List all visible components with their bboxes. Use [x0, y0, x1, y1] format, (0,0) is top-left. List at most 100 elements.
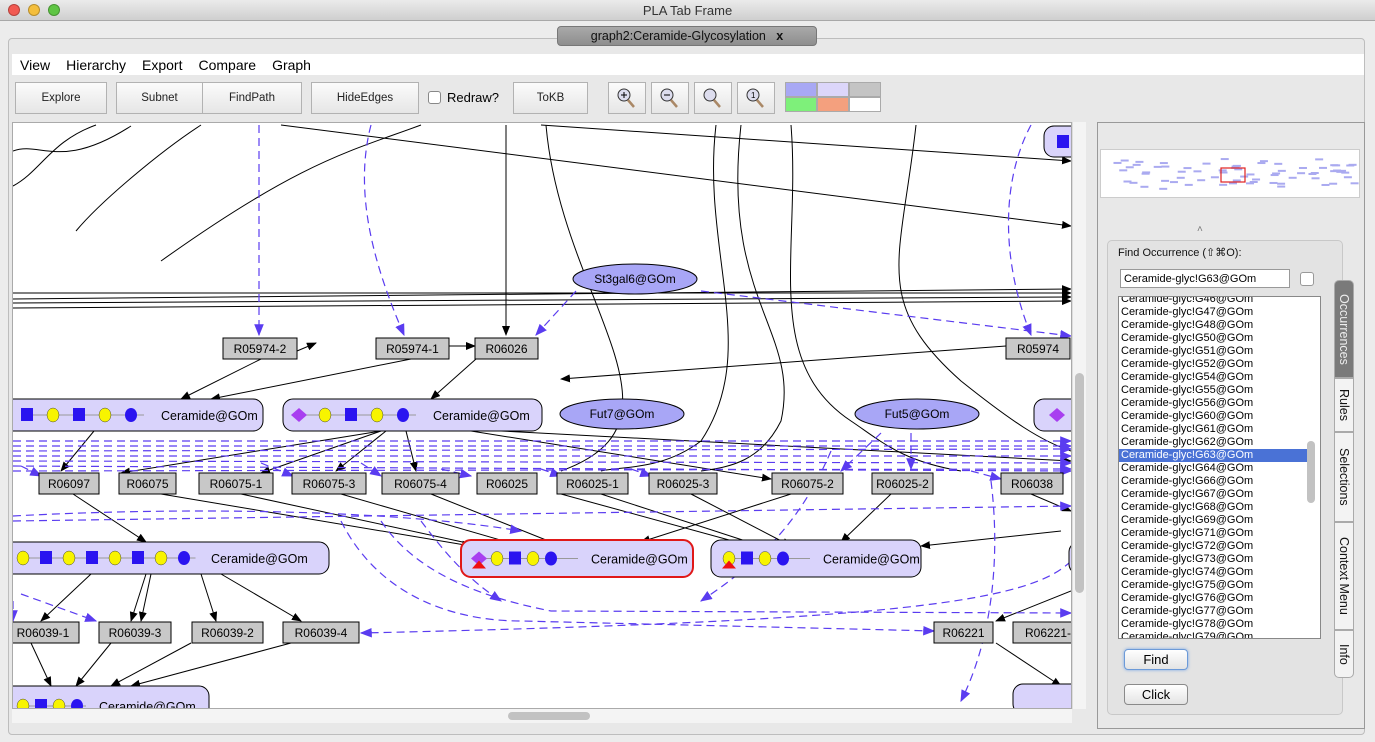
- reaction-node[interactable]: R05974-1: [376, 338, 449, 359]
- reaction-node[interactable]: R06221-: [1013, 622, 1072, 643]
- occurrence-list-item[interactable]: Ceramide-glyc!G61@GOm: [1119, 423, 1307, 436]
- splitter-handle-icon[interactable]: ˄: [1197, 224, 1203, 235]
- enzyme-node[interactable]: Fut7@GOm: [560, 399, 684, 429]
- click-button[interactable]: Click: [1124, 684, 1188, 705]
- tab-selections[interactable]: Selections: [1334, 432, 1354, 522]
- occurrence-list-item[interactable]: Ceramide-glyc!G72@GOm: [1119, 540, 1307, 553]
- reaction-node[interactable]: R06039-3: [99, 622, 171, 643]
- reaction-node[interactable]: R06038: [1001, 473, 1063, 494]
- zoom-in-icon[interactable]: [608, 82, 646, 114]
- occurrence-list-item[interactable]: Ceramide-glyc!G78@GOm: [1119, 618, 1307, 631]
- selected-glycan-node[interactable]: Ceramide@GOm: [461, 540, 693, 577]
- reaction-node[interactable]: R05974-2: [223, 338, 297, 359]
- graph-svg[interactable]: St3gal6@GOm Fut7@GOm Fut5@GOm R05974-2 R0597…: [13, 123, 1072, 709]
- occurrence-list-item[interactable]: Ceramide-glyc!G76@GOm: [1119, 592, 1307, 605]
- menu-graph[interactable]: Graph: [264, 54, 319, 73]
- tab-rules[interactable]: Rules: [1334, 378, 1354, 432]
- find-button[interactable]: Find: [1124, 649, 1188, 670]
- occurrence-list-item[interactable]: Ceramide-glyc!G55@GOm: [1119, 384, 1307, 397]
- redraw-checkbox[interactable]: [428, 91, 441, 104]
- enzyme-node[interactable]: Fut5@GOm: [855, 399, 979, 429]
- glycan-node[interactable]: [1013, 684, 1072, 709]
- glycan-node[interactable]: [1044, 126, 1072, 157]
- tab-info[interactable]: Info: [1334, 630, 1354, 678]
- occurrence-list-item[interactable]: Ceramide-glyc!G73@GOm: [1119, 553, 1307, 566]
- tab-occurrences[interactable]: Occurrences: [1334, 280, 1354, 378]
- glycan-node[interactable]: Ceramide@GOm: [13, 686, 209, 709]
- color-swatch-green[interactable]: [785, 97, 817, 112]
- glycan-node[interactable]: Ceramide@GOm: [283, 399, 542, 431]
- occurrence-list-item[interactable]: Ceramide-glyc!G75@GOm: [1119, 579, 1307, 592]
- color-swatch-gray[interactable]: [849, 82, 881, 97]
- enzyme-node[interactable]: St3gal6@GOm: [573, 264, 697, 294]
- glycan-node[interactable]: [1034, 399, 1072, 431]
- glycan-node[interactable]: Ceramide@GOm: [711, 540, 921, 577]
- reaction-node[interactable]: R06025-1: [557, 473, 628, 494]
- zoom-out-icon[interactable]: [651, 82, 689, 114]
- explore-button[interactable]: Explore: [15, 82, 107, 114]
- occurrence-list-item[interactable]: Ceramide-glyc!G79@GOm: [1119, 631, 1307, 639]
- glycan-node[interactable]: Ceramide@GOm: [13, 399, 263, 431]
- minimize-window-icon[interactable]: [28, 4, 40, 16]
- find-occurrence-input[interactable]: [1120, 269, 1290, 288]
- reaction-node[interactable]: R06075-1: [199, 473, 273, 494]
- reaction-node[interactable]: R06075: [119, 473, 176, 494]
- menu-hierarchy[interactable]: Hierarchy: [58, 54, 134, 73]
- hideedges-button[interactable]: HideEdges: [311, 82, 419, 114]
- reaction-node[interactable]: R06039-1: [13, 622, 79, 643]
- color-swatch-orange[interactable]: [817, 97, 849, 112]
- reaction-node[interactable]: R06025-2: [872, 473, 933, 494]
- reaction-node[interactable]: R06075-3: [292, 473, 366, 494]
- occurrence-list-item[interactable]: Ceramide-glyc!G52@GOm: [1119, 358, 1307, 371]
- occurrence-list-item[interactable]: Ceramide-glyc!G62@GOm: [1119, 436, 1307, 449]
- occurrence-list-item[interactable]: Ceramide-glyc!G46@GOm: [1119, 296, 1307, 306]
- color-swatch-blue[interactable]: [785, 82, 817, 97]
- occurrence-list-item[interactable]: Ceramide-glyc!G48@GOm: [1119, 319, 1307, 332]
- color-swatch-lavender[interactable]: [817, 82, 849, 97]
- find-checkbox[interactable]: [1300, 272, 1314, 286]
- findpath-button[interactable]: FindPath: [202, 82, 302, 114]
- reaction-node[interactable]: R06097: [39, 473, 99, 494]
- occurrence-list-item[interactable]: Ceramide-glyc!G68@GOm: [1119, 501, 1307, 514]
- occurrence-list-item[interactable]: Ceramide-glyc!G69@GOm: [1119, 514, 1307, 527]
- menu-compare[interactable]: Compare: [190, 54, 264, 73]
- reaction-node[interactable]: R06025: [477, 473, 537, 494]
- tab-context-menu[interactable]: Context Menu: [1334, 522, 1354, 630]
- reaction-node[interactable]: R06025-3: [649, 473, 717, 494]
- occurrence-list-item[interactable]: Ceramide-glyc!G66@GOm: [1119, 475, 1307, 488]
- graph-horizontal-scrollbar[interactable]: [12, 709, 1072, 723]
- occurrence-list-item[interactable]: Ceramide-glyc!G47@GOm: [1119, 306, 1307, 319]
- occurrence-list-item[interactable]: Ceramide-glyc!G74@GOm: [1119, 566, 1307, 579]
- occurrence-list[interactable]: Ceramide-glyc!G46@GOm Ceramide-glyc!G47@G…: [1118, 296, 1321, 639]
- color-swatch-white[interactable]: [849, 97, 881, 112]
- occurrence-list-item[interactable]: Ceramide-glyc!G60@GOm: [1119, 410, 1307, 423]
- reaction-node[interactable]: R06039-2: [192, 622, 263, 643]
- graph-canvas[interactable]: St3gal6@GOm Fut7@GOm Fut5@GOm R05974-2 R0597…: [12, 122, 1072, 709]
- graph-vertical-scrollbar[interactable]: [1072, 122, 1086, 709]
- reaction-node[interactable]: R05974: [1006, 338, 1070, 359]
- list-scroll-thumb[interactable]: [1307, 441, 1315, 503]
- occurrence-list-item[interactable]: Ceramide-glyc!G67@GOm: [1119, 488, 1307, 501]
- occurrence-list-item[interactable]: Ceramide-glyc!G63@GOm: [1119, 449, 1307, 462]
- vertical-scroll-thumb[interactable]: [1075, 373, 1084, 593]
- close-window-icon[interactable]: [8, 4, 20, 16]
- tab-close-icon[interactable]: x: [776, 29, 783, 43]
- occurrence-list-item[interactable]: Ceramide-glyc!G77@GOm: [1119, 605, 1307, 618]
- zoom-window-icon[interactable]: [48, 4, 60, 16]
- menu-export[interactable]: Export: [134, 54, 190, 73]
- tokb-button[interactable]: ToKB: [513, 82, 588, 114]
- occurrence-list-item[interactable]: Ceramide-glyc!G56@GOm: [1119, 397, 1307, 410]
- occurrence-list-item[interactable]: Ceramide-glyc!G64@GOm: [1119, 462, 1307, 475]
- zoom-actual-icon[interactable]: 1: [737, 82, 775, 114]
- zoom-fit-icon[interactable]: [694, 82, 732, 114]
- glycan-node[interactable]: Ceramide@GOm: [13, 542, 329, 574]
- occurrence-list-item[interactable]: Ceramide-glyc!G71@GOm: [1119, 527, 1307, 540]
- reaction-node[interactable]: R06026: [475, 338, 538, 359]
- occurrence-list-item[interactable]: Ceramide-glyc!G50@GOm: [1119, 332, 1307, 345]
- reaction-node[interactable]: R06221: [934, 622, 993, 643]
- subnet-button[interactable]: Subnet: [116, 82, 203, 114]
- occurrence-list-item[interactable]: Ceramide-glyc!G54@GOm: [1119, 371, 1307, 384]
- tab-graph2[interactable]: graph2:Ceramide-Glycosylation x: [557, 26, 817, 46]
- reaction-node[interactable]: R06039-4: [283, 622, 359, 643]
- horizontal-scroll-thumb[interactable]: [508, 712, 590, 720]
